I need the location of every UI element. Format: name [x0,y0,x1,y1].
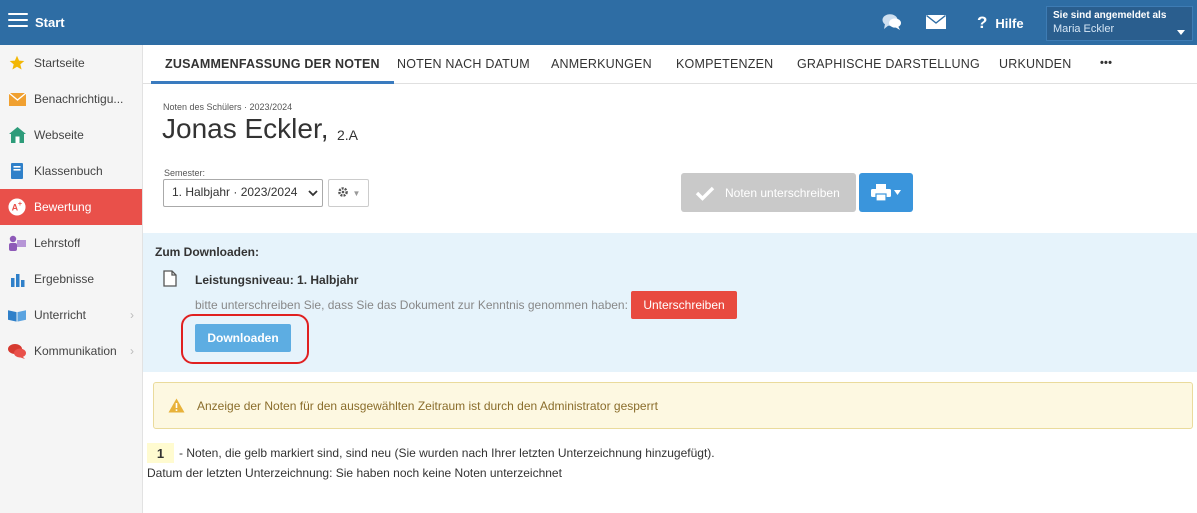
user-menu[interactable]: Sie sind angemeldet als Maria Eckler [1046,6,1193,41]
open-book-icon [8,306,26,324]
download-title: Zum Downloaden: [155,245,259,259]
chevron-down-icon [1177,30,1185,35]
chat-bubbles-icon [8,342,26,360]
student-subtitle: Noten des Schülers · 2023/2024 [163,102,293,112]
legend-text: - Noten, die gelb markiert sind, sind ne… [179,446,715,460]
checkmark-icon [695,186,715,201]
semester-selected-value: 1. Halbjahr · 2023/2024 [172,185,298,199]
sidebar-item-label: Startseite [34,56,85,70]
star-icon [8,54,26,72]
tab-zusammenfassung[interactable]: ZUSAMMENFASSUNG DER NOTEN [151,45,394,84]
help-icon: ? [977,13,988,32]
document-name: Leistungsniveau: 1. Halbjahr [195,273,359,287]
user-name: Maria Eckler [1053,23,1115,35]
gear-icon [337,186,349,201]
sidebar-item-label: Kommunikation [34,344,117,358]
tab-graphische-darstellung[interactable]: GRAPHISCHE DARSTELLUNG [797,45,980,84]
user-caption: Sie sind angemeldet als [1053,10,1167,21]
tab-urkunden[interactable]: URKUNDEN [999,45,1071,84]
mail-icon[interactable] [926,15,946,29]
student-name: Jonas Eckler, [162,113,329,144]
sidebar-item-ergebnisse[interactable]: Ergebnisse [0,261,142,297]
sign-grades-button[interactable]: Noten unterschreiben [681,173,856,212]
semester-select[interactable]: 1. Halbjahr · 2023/2024 [163,179,323,207]
sign-document-button[interactable]: Unterschreiben [631,291,737,319]
sidebar-item-label: Ergebnisse [34,272,95,286]
sidebar-item-label: Bewertung [34,200,92,214]
sidebar-item-label: Webseite [34,128,84,142]
sidebar-item-bewertung[interactable]: A + Bewertung [0,189,142,225]
sidebar-item-startseite[interactable]: Startseite [0,45,142,81]
more-tabs-icon[interactable]: ••• [1100,45,1112,84]
app-title[interactable]: Start [35,15,65,30]
new-grades-legend: 1 - Noten, die gelb markiert sind, sind … [147,443,715,463]
tab-anmerkungen[interactable]: ANMERKUNGEN [551,45,652,84]
sign-grades-label: Noten unterschreiben [725,185,840,200]
settings-dropdown-button[interactable]: ▼ [328,179,369,207]
semester-label: Semester: [164,168,206,178]
top-bar: Start ? Hilfe Sie sind angemeldet als Ma… [0,0,1197,45]
sidebar-item-label: Unterricht [34,308,87,322]
sidebar-item-label: Benachrichtigu... [34,92,124,106]
sign-hint-text: bitte unterschreiben Sie, dass Sie das D… [195,298,628,312]
warning-text: Anzeige der Noten für den ausgewählten Z… [197,398,658,413]
student-class: 2.A [337,127,359,143]
download-panel: Zum Downloaden: Leistungsniveau: 1. Halb… [143,233,1197,372]
chevron-down-icon [308,190,318,197]
last-signature-text: Datum der letzten Unterzeichnung: Sie ha… [147,466,562,480]
grade-icon: A + [8,198,26,216]
sidebar-item-label: Klassenbuch [34,164,103,178]
sidebar-item-benachrichtigungen[interactable]: Benachrichtigu... [0,81,142,117]
sidebar-item-label: Lehrstoff [34,236,81,250]
chat-icon[interactable] [882,13,902,31]
envelope-icon [8,90,26,108]
sidebar-item-kommunikation[interactable]: Kommunikation › [0,333,142,369]
help-label: Hilfe [995,15,1024,31]
tab-kompetenzen[interactable]: KOMPETENZEN [676,45,773,84]
tab-noten-nach-datum[interactable]: NOTEN NACH DATUM [397,45,530,84]
svg-text:+: + [18,199,22,208]
caret-down-icon [894,190,901,195]
tab-bar: ZUSAMMENFASSUNG DER NOTEN NOTEN NACH DAT… [143,45,1197,84]
warning-alert: Anzeige der Noten für den ausgewählten Z… [153,382,1193,429]
bar-chart-icon [8,270,26,288]
warning-icon [168,398,185,413]
hamburger-menu-icon[interactable] [8,13,28,31]
book-icon [8,162,26,180]
chevron-right-icon: › [130,344,134,358]
caret-down-icon: ▼ [352,188,361,198]
sidebar-item-webseite[interactable]: Webseite [0,117,142,153]
chevron-right-icon: › [130,308,134,322]
document-icon [163,270,177,287]
house-icon [8,126,26,144]
sidebar-item-klassenbuch[interactable]: Klassenbuch [0,153,142,189]
new-grade-badge: 1 [147,443,174,463]
printer-icon [871,184,891,201]
print-dropdown-button[interactable] [859,173,913,212]
help-link[interactable]: ? Hilfe [977,13,1024,33]
teacher-icon [8,234,26,252]
sidebar-item-lehrstoff[interactable]: Lehrstoff [0,225,142,261]
download-button[interactable]: Downloaden [195,324,291,352]
sidebar-item-unterricht[interactable]: Unterricht › [0,297,142,333]
sidebar: Startseite Benachrichtigu... Webseite Kl… [0,45,143,513]
